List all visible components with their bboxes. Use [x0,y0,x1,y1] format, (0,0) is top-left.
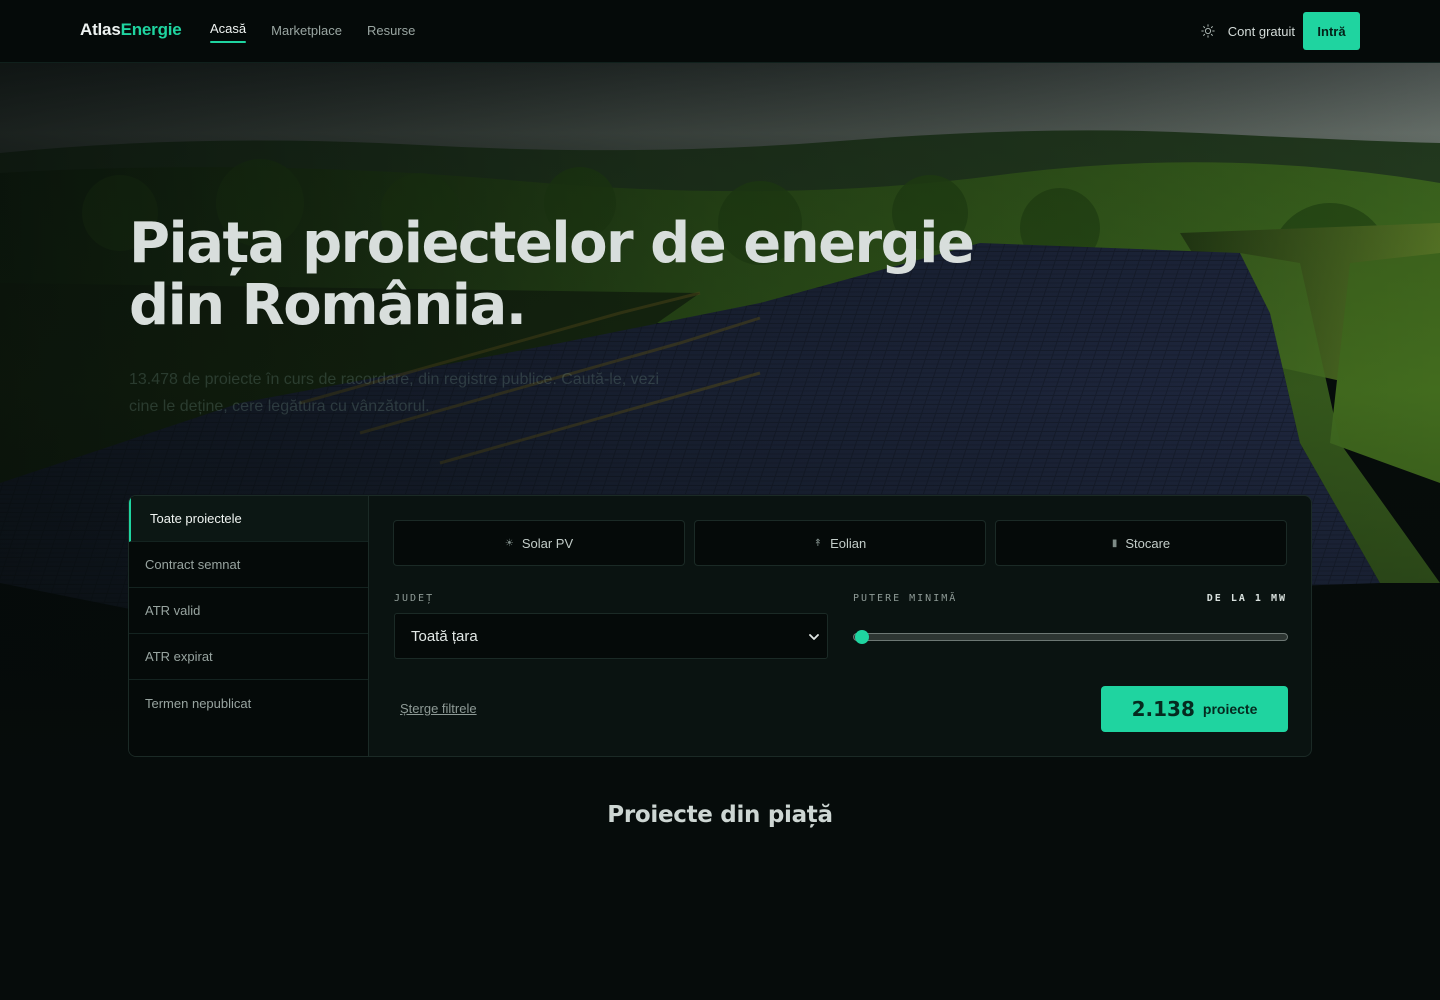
tab-eolian[interactable]: ↟ Eolian [694,520,986,566]
clear-filters-link[interactable]: Șterge filtrele [400,701,477,716]
nav-link-marketplace[interactable]: Marketplace [271,0,342,62]
sun-icon[interactable] [1188,12,1228,50]
slider-thumb[interactable] [855,630,869,644]
status-item-contract-semnat[interactable]: Contract semnat [129,542,368,588]
top-nav: AtlasEnergie Acasă Marketplace Resurse C… [0,0,1440,63]
energy-type-tabs: ☀ Solar PV ↟ Eolian ▮ Stocare [393,520,1287,566]
free-account-link[interactable]: Cont gratuit [1228,24,1295,39]
hero-title: Piața proiectelor de energie din România… [129,213,1029,337]
status-item-atr-valid[interactable]: ATR valid [129,588,368,634]
judet-label: JUDEȚ [394,593,435,604]
filter-panel: Toate proiectele Contract semnat ATR val… [128,495,1312,757]
status-item-termen-nepublicat[interactable]: Termen nepublicat [129,680,368,726]
nav-actions: Cont gratuit Intră [1188,12,1360,50]
status-item-toate[interactable]: Toate proiectele [129,496,368,542]
hero-title-line1: Piața proiectelor de energie [129,211,975,276]
putere-value-label: DE LA 1 MW [1206,593,1287,604]
sun-icon-graphic [1201,24,1215,38]
sun-icon: ☀ [504,537,514,549]
main-nav: Acasă Marketplace Resurse [210,0,415,62]
nav-link-acasa[interactable]: Acasă [210,0,247,62]
putere-minima-label: PUTERE MINIMĂ [853,593,958,604]
status-list: Toate proiectele Contract semnat ATR val… [129,496,369,756]
show-projects-button[interactable]: 2.138 proiecte [1101,686,1288,732]
tab-solar-pv[interactable]: ☀ Solar PV [393,520,685,566]
slider-track [853,633,1288,641]
judet-select[interactable]: Toată țara [394,613,828,659]
nav-link-resurse[interactable]: Resurse [367,0,415,62]
project-count-label: proiecte [1202,701,1258,717]
hero-title-line2: din România. [129,273,527,338]
project-count: 2.138 [1131,697,1195,721]
login-button[interactable]: Intră [1303,12,1360,50]
tab-solar-pv-label: Solar PV [521,535,574,551]
section-title: Proiecte din piață [607,802,833,828]
tab-stocare-label: Stocare [1125,535,1171,551]
wind-turbine-icon: ↟ [813,537,823,549]
tab-eolian-label: Eolian [830,535,867,551]
logo-text-energie: Energie [120,20,182,39]
battery-icon: ▮ [1111,537,1118,549]
judet-select-value: Toată țara [411,627,478,645]
tab-stocare[interactable]: ▮ Stocare [995,520,1287,566]
logo[interactable]: AtlasEnergie [80,20,182,40]
hero-subtitle: 13.478 de proiecte în curs de racordare,… [129,371,660,415]
putere-minima-slider[interactable] [853,629,1288,645]
chevron-down-icon [809,634,819,640]
status-item-atr-expirat[interactable]: ATR expirat [129,634,368,680]
logo-text-atlas: Atlas [80,20,121,39]
